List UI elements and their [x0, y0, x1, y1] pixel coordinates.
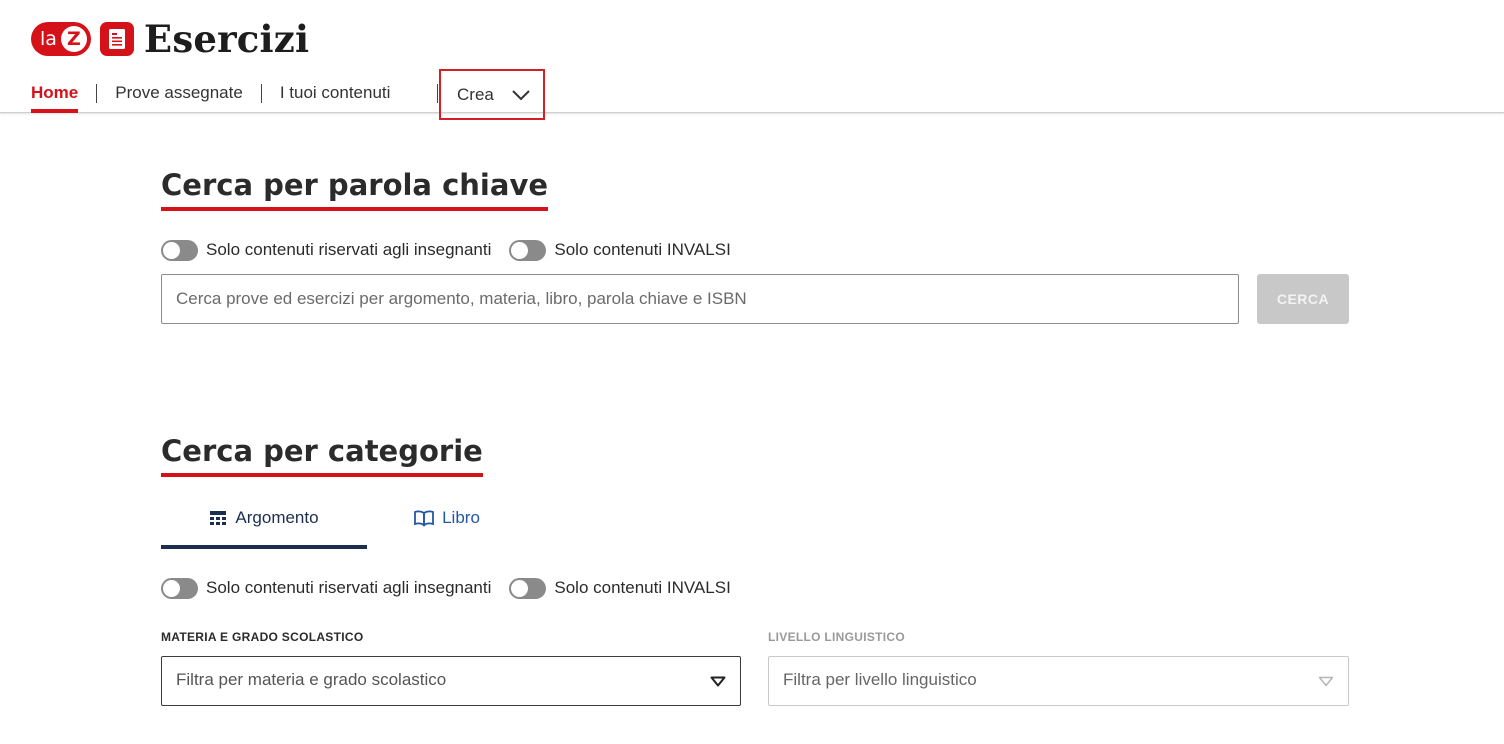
keyword-search-title: Cerca per parola chiave: [161, 167, 549, 211]
nav-separator: [96, 84, 98, 103]
open-book-icon: [414, 510, 434, 527]
nav-tuoi-contenuti[interactable]: I tuoi contenuti: [280, 80, 391, 113]
level-select[interactable]: Filtra per livello linguistico: [768, 656, 1349, 706]
main-nav: Home Prove assegnate I tuoi contenuti: [31, 80, 390, 113]
caret-down-icon: [1318, 676, 1334, 687]
tab-argomento-label: Argomento: [235, 508, 319, 527]
tab-argomento[interactable]: Argomento: [161, 500, 367, 549]
category-invalsi-only-toggle[interactable]: [509, 577, 547, 599]
category-teachers-only-toggle[interactable]: [161, 577, 198, 599]
teachers-only-label: Solo contenuti riservati agli insegnanti: [206, 240, 492, 259]
category-search-title: Cerca per categorie: [161, 433, 483, 477]
app-header: la Z Esercizi Home Prove assegnate I tuo…: [0, 0, 1504, 113]
tab-libro-label: Libro: [442, 508, 480, 527]
subject-select-placeholder: Filtra per materia e grado scolastico: [176, 670, 447, 689]
topic-tree-icon: [210, 511, 227, 525]
keyword-toggles: Solo contenuti riservati agli insegnanti…: [161, 238, 749, 262]
nav-home[interactable]: Home: [31, 80, 79, 113]
nav-crea-dropdown[interactable]: Crea: [439, 69, 545, 120]
document-icon: [99, 22, 134, 56]
la-z-logo: la Z: [31, 22, 91, 56]
category-tabs: Argomento Libro: [161, 500, 527, 549]
level-field-label: LIVELLO LINGUISTICO: [768, 630, 906, 644]
caret-down-icon: [710, 676, 726, 687]
subject-field-label: MATERIA E GRADO SCOLASTICO: [161, 630, 364, 644]
invalsi-only-label: Solo contenuti INVALSI: [554, 240, 731, 259]
category-teachers-only-label: Solo contenuti riservati agli insegnanti: [206, 578, 492, 597]
app-title: Esercizi: [143, 17, 310, 61]
logo-la-text: la: [40, 28, 57, 50]
tab-libro[interactable]: Libro: [367, 500, 527, 549]
search-button[interactable]: CERCA: [1257, 274, 1349, 324]
teachers-only-toggle[interactable]: [161, 239, 198, 261]
keyword-search-input[interactable]: [161, 274, 1239, 324]
nav-prove-assegnate[interactable]: Prove assegnate: [115, 80, 243, 113]
app-logo[interactable]: la Z Esercizi: [31, 18, 309, 60]
logo-z-text: Z: [60, 26, 87, 52]
invalsi-only-toggle[interactable]: [509, 239, 547, 261]
category-invalsi-only-label: Solo contenuti INVALSI: [554, 578, 731, 597]
nav-crea-label: Crea: [457, 85, 494, 104]
nav-separator: [260, 84, 262, 103]
level-select-placeholder: Filtra per livello linguistico: [783, 670, 977, 689]
category-toggles: Solo contenuti riservati agli insegnanti…: [161, 576, 749, 600]
nav-separator: [437, 84, 438, 103]
subject-select[interactable]: Filtra per materia e grado scolastico: [161, 656, 741, 706]
chevron-down-icon: [512, 90, 530, 101]
